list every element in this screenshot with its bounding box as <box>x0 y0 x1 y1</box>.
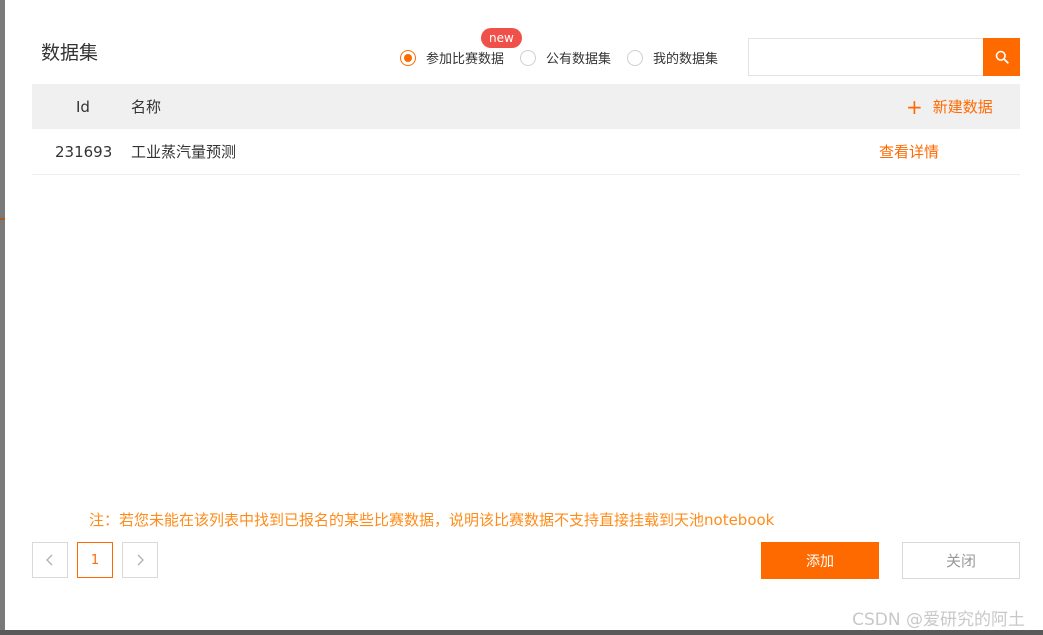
row-name: 工业蒸汽量预测 <box>131 143 237 161</box>
close-button[interactable]: 关闭 <box>902 542 1020 579</box>
background-bottom-strip <box>0 630 1043 635</box>
view-details-link[interactable]: 查看详情 <box>879 141 939 162</box>
search-input[interactable] <box>748 38 984 76</box>
pagination: 1 <box>32 542 167 578</box>
radio-label: 参加比赛数据 <box>426 52 505 67</box>
radio-button-checked[interactable] <box>400 49 416 66</box>
dataset-table: Id 名称 + 新建数据 231693 工业蒸汽量预测 查看详情 <box>32 84 1020 175</box>
radio-label: 公有数据集 <box>546 52 612 67</box>
radio-button[interactable] <box>520 49 537 66</box>
chevron-left-icon <box>46 554 53 566</box>
next-page-button[interactable] <box>122 542 158 578</box>
add-button[interactable]: 添加 <box>761 542 879 579</box>
radio-my-datasets[interactable]: 我的数据集 <box>627 48 718 67</box>
new-badge: new <box>481 28 522 48</box>
column-header-id: Id <box>76 97 90 116</box>
page-number-button[interactable]: 1 <box>77 542 113 578</box>
watermark: CSDN @爱研究的阿土 <box>852 610 1025 630</box>
column-header-name: 名称 <box>131 98 162 116</box>
radio-label: 我的数据集 <box>653 52 719 67</box>
search-button[interactable] <box>983 38 1020 76</box>
dataset-filter-group: 参加比赛数据 new 公有数据集 我的数据集 <box>400 28 734 67</box>
prev-page-button[interactable] <box>32 542 68 578</box>
radio-competition-data[interactable]: 参加比赛数据 new <box>400 28 522 67</box>
row-id: 231693 <box>55 142 113 161</box>
radio-button[interactable] <box>627 49 644 66</box>
table-header: Id 名称 + 新建数据 <box>32 84 1020 129</box>
search-icon <box>995 50 1009 64</box>
dataset-dialog: 数据集 参加比赛数据 new 公有数据集 我的数据集 Id 名称 + 新建数据 <box>5 0 1043 630</box>
new-data-button[interactable]: + 新建数据 <box>906 96 993 117</box>
new-data-label: 新建数据 <box>932 98 993 116</box>
radio-public-datasets[interactable]: 公有数据集 <box>520 48 611 67</box>
chevron-right-icon <box>137 554 144 566</box>
note-text: 注：若您未能在该列表中找到已报名的某些比赛数据，说明该比赛数据不支持直接挂载到天… <box>89 511 775 529</box>
table-row: 231693 工业蒸汽量预测 查看详情 <box>32 129 1020 175</box>
dialog-title: 数据集 <box>41 42 99 64</box>
plus-icon: + <box>906 94 923 119</box>
